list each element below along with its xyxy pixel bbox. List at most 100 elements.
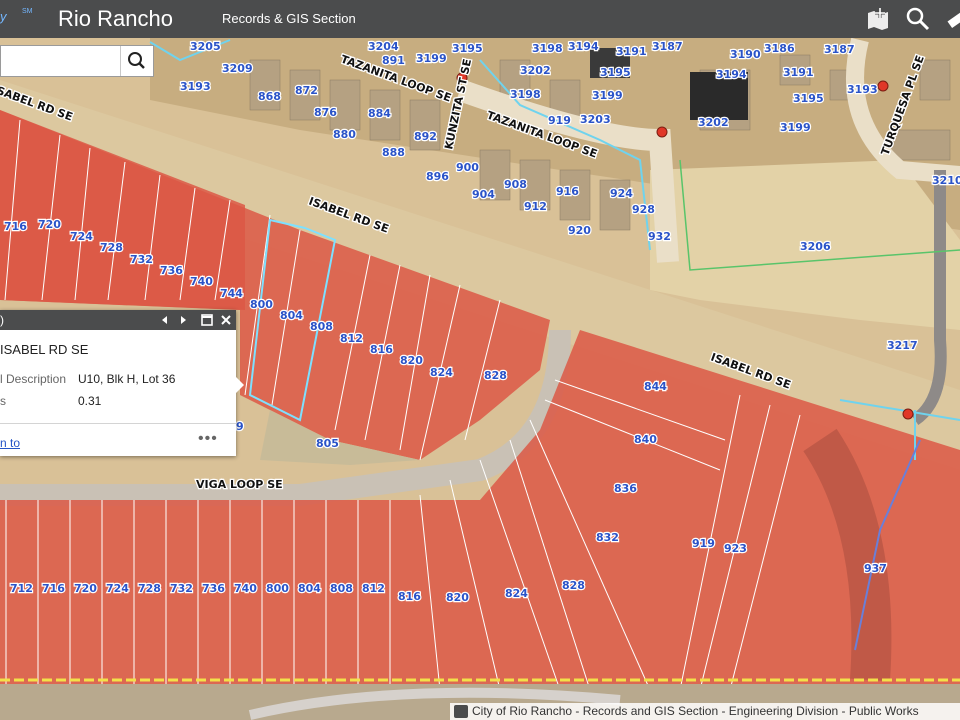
parcel-label: 716 <box>42 582 65 595</box>
parcel-label: 724 <box>106 582 129 595</box>
add-map-icon[interactable] <box>864 5 892 33</box>
parcel-label: 3203 <box>580 113 611 126</box>
parcel-label: 720 <box>38 218 61 231</box>
parcel-label: 832 <box>596 531 619 544</box>
parcel-label: 744 <box>220 287 243 300</box>
parcel-label: 716 <box>4 220 27 233</box>
magnifier-icon <box>128 52 145 69</box>
parcel-label: 804 <box>298 582 321 595</box>
parcel-label: 808 <box>310 320 333 333</box>
parcel-label: 740 <box>190 275 213 288</box>
parcel-label: 896 <box>426 170 449 183</box>
parcel-label: 712 <box>10 582 33 595</box>
parcel-popup: ) ISABEL RD SE l Description U10, Blk H,… <box>0 310 236 456</box>
parcel-label: 3199 <box>416 52 447 65</box>
parcel-label: 912 <box>524 200 547 213</box>
parcel-label: 3190 <box>730 48 761 61</box>
parcel-label: 736 <box>202 582 225 595</box>
parcel-label: 828 <box>562 579 585 592</box>
parcel-label: 3199 <box>780 121 811 134</box>
parcel-label: 937 <box>864 562 887 575</box>
parcel-label: 824 <box>505 587 528 600</box>
popup-field-label: s <box>0 394 6 408</box>
parcel-label: 3195 <box>452 42 483 55</box>
popup-title: ISABEL RD SE <box>0 342 89 357</box>
parcel-label: 880 <box>333 128 356 141</box>
more-actions-button[interactable]: ••• <box>198 430 218 448</box>
parcel-label: 3198 <box>532 42 563 55</box>
parcel-label: 3210 <box>932 174 960 187</box>
parcel-label: 820 <box>446 591 469 604</box>
parcel-label: 3206 <box>800 240 831 253</box>
parcel-label: 800 <box>266 582 289 595</box>
popup-field-value: 0.31 <box>78 394 102 408</box>
parcel-label: 3209 <box>222 62 253 75</box>
parcel-label: 3186 <box>764 42 795 55</box>
parcel-label: 844 <box>644 380 667 393</box>
parcel-label: 728 <box>138 582 161 595</box>
parcel-label: 732 <box>170 582 193 595</box>
parcel-label: 3191 <box>783 66 814 79</box>
parcel-label: 3199 <box>592 89 623 102</box>
parcel-label: 908 <box>504 178 527 191</box>
parcel-label: 812 <box>362 582 385 595</box>
popup-titlebar: ) <box>0 310 236 330</box>
parcel-label: 3198 <box>510 88 541 101</box>
attribution-toggle-icon[interactable] <box>454 705 468 718</box>
parcel-label: 808 <box>330 582 353 595</box>
map-attribution: City of Rio Rancho - Records and GIS Sec… <box>450 703 960 720</box>
popup-field-value: U10, Blk H, Lot 36 <box>78 372 176 386</box>
parcel-label: 919 <box>692 537 715 550</box>
parcel-label: 923 <box>724 542 747 555</box>
brand-fragment: y <box>0 9 7 24</box>
parcel-label: 740 <box>234 582 257 595</box>
parcel-label: 3193 <box>180 80 211 93</box>
parcel-label: 928 <box>632 203 655 216</box>
maximize-icon[interactable] <box>200 313 214 327</box>
parcel-label: 919 <box>548 114 571 127</box>
street-label-viga: VIGA LOOP SE <box>196 478 283 491</box>
parcel-label: 916 <box>556 185 579 198</box>
parcel-label: 736 <box>160 264 183 277</box>
parcel-label: 932 <box>648 230 671 243</box>
parcel-label: 884 <box>368 107 391 120</box>
search-input[interactable] <box>1 46 119 76</box>
parcel-label: 820 <box>400 354 423 367</box>
search-tool-icon[interactable] <box>904 5 932 33</box>
app-title: Rio Rancho <box>58 6 173 31</box>
zoom-to-link[interactable]: n to <box>0 436 20 450</box>
parcel-label: 724 <box>70 230 93 243</box>
parcel-label: 800 <box>250 298 273 311</box>
previous-feature-icon[interactable] <box>158 313 172 327</box>
parcel-label: 3204 <box>368 40 399 53</box>
parcel-label: 3193 <box>847 83 878 96</box>
next-feature-icon[interactable] <box>176 313 190 327</box>
parcel-label: 824 <box>430 366 453 379</box>
app-header: y SM Rio Rancho Records & GIS Section <box>0 0 960 38</box>
parcel-label: 3202 <box>698 116 729 129</box>
parcel-label: 840 <box>634 433 657 446</box>
parcel-label: 816 <box>370 343 393 356</box>
brand-service-mark: SM <box>22 8 33 15</box>
close-icon[interactable] <box>219 313 233 327</box>
parcel-label: 920 <box>568 224 591 237</box>
parcel-label: 728 <box>100 241 123 254</box>
popup-divider <box>0 423 236 424</box>
attribution-text: City of Rio Rancho - Records and GIS Sec… <box>472 704 919 718</box>
popup-pointer <box>234 375 244 395</box>
parcel-label: 924 <box>610 187 633 200</box>
parcel-label: 3205 <box>190 40 221 53</box>
app-subtitle: Records & GIS Section <box>222 11 356 26</box>
parcel-label: 804 <box>280 309 303 322</box>
parcel-label: 3202 <box>520 64 551 77</box>
parcel-label: 3217 <box>887 339 918 352</box>
parcel-label: 816 <box>398 590 421 603</box>
popup-field-label: l Description <box>0 372 67 386</box>
search-button[interactable] <box>120 46 153 76</box>
parcel-label: 900 <box>456 161 479 174</box>
measure-icon[interactable] <box>944 5 960 33</box>
parcel-label: 732 <box>130 253 153 266</box>
parcel-label: 892 <box>414 130 437 143</box>
parcel-label: 891 <box>382 54 405 67</box>
parcel-label: 812 <box>340 332 363 345</box>
